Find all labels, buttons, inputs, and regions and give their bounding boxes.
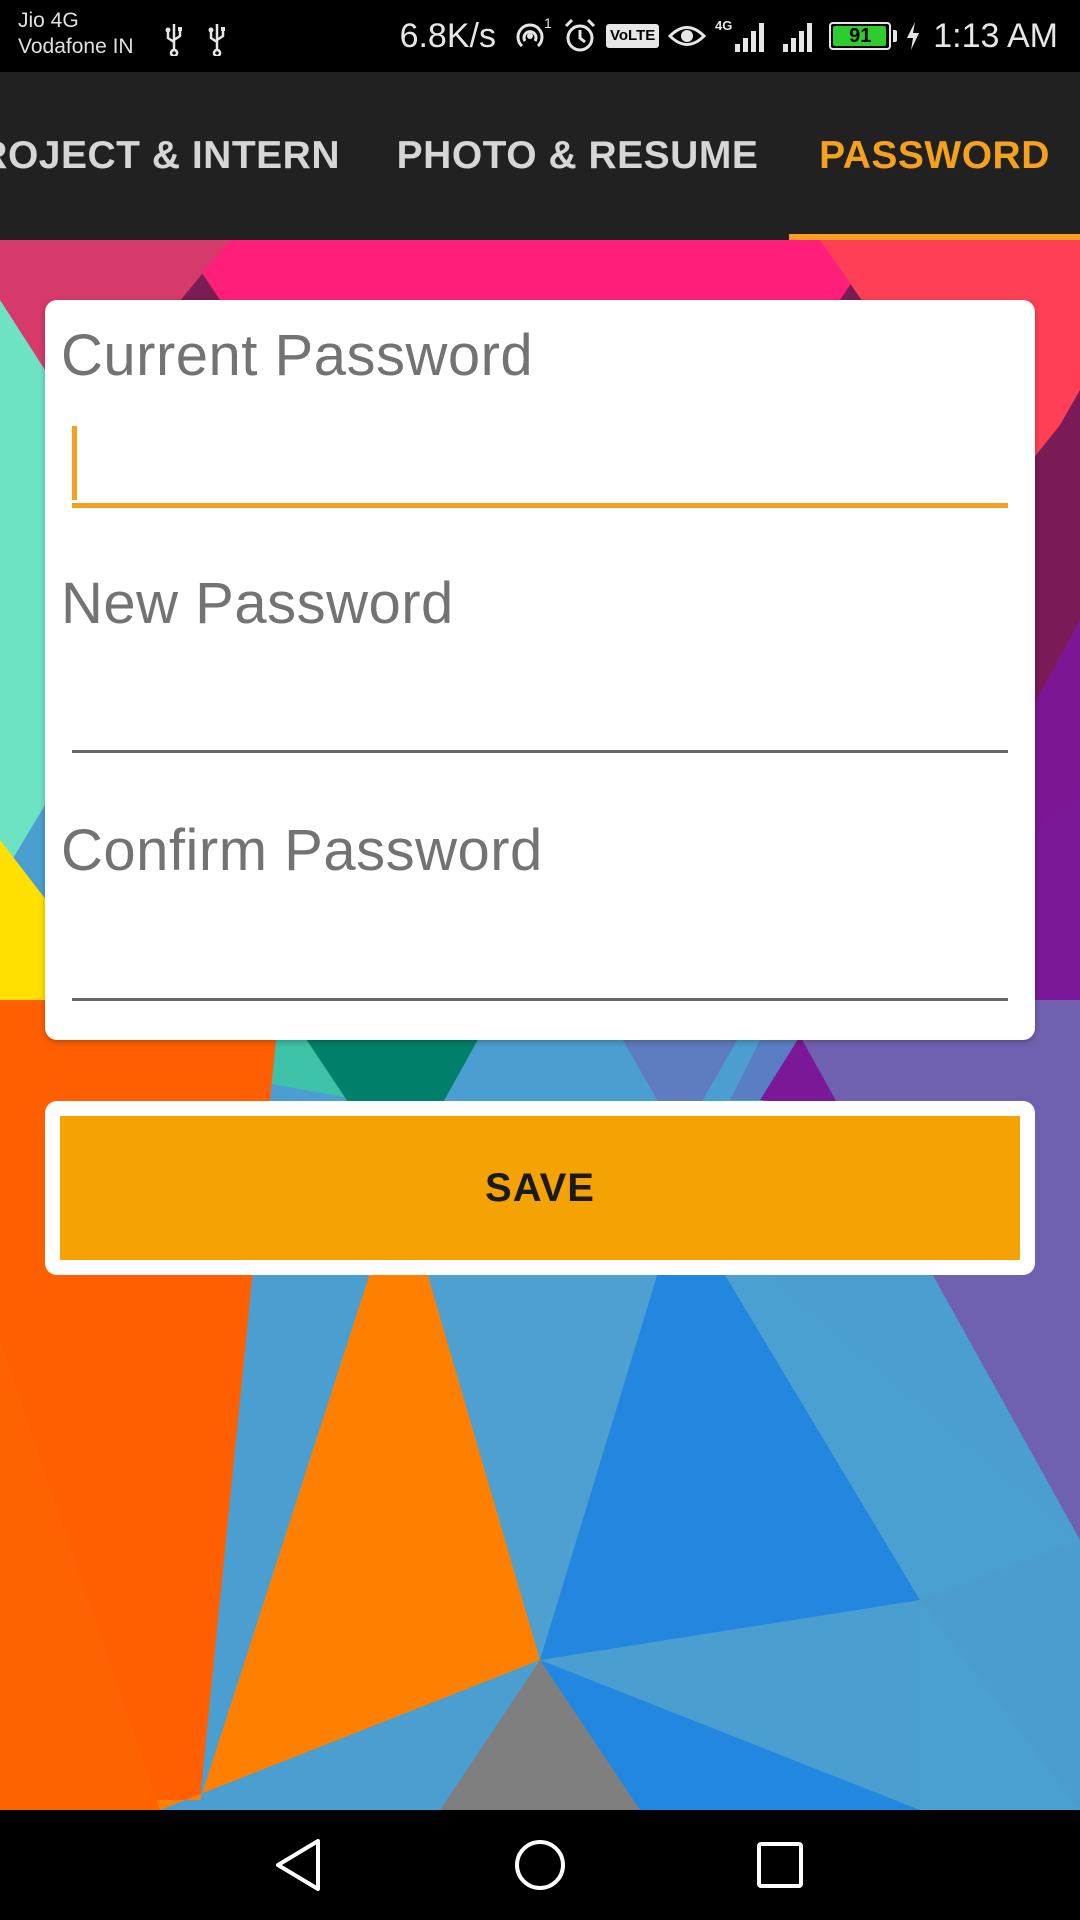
save-button-card: SAVE (45, 1101, 1035, 1275)
tab-photo-resume[interactable]: PHOTO & RESUME (380, 72, 775, 240)
battery-level: 91 (849, 24, 872, 47)
navigation-bar (0, 1810, 1080, 1920)
confirm-password-underline (72, 998, 1008, 1001)
confirm-password-input[interactable] (72, 917, 1008, 987)
eye-icon (668, 26, 707, 46)
net-speed: 6.8K/s (399, 16, 496, 55)
battery-icon: 91 (829, 22, 892, 50)
new-password-label: New Password (61, 571, 454, 636)
back-icon[interactable] (270, 1835, 330, 1895)
app-screen: Jio 4G Vodafone IN 6.8K/s 1 VoLTE 4G 91 … (0, 0, 1080, 1920)
hotspot-icon: 1 (516, 16, 552, 48)
clock: 1:13 AM (933, 16, 1058, 55)
current-password-label: Current Password (61, 323, 534, 388)
text-caret (72, 426, 77, 500)
alarm-icon (564, 18, 596, 52)
tab-password[interactable]: PASSWORD (789, 72, 1080, 240)
carrier-1-label: Jio 4G (18, 9, 79, 32)
new-password-input[interactable] (72, 670, 1008, 740)
carrier-2-label: Vodafone IN (18, 35, 134, 58)
signal-icon: 4G (715, 18, 765, 52)
current-password-input[interactable] (72, 420, 1008, 490)
charging-icon (907, 22, 920, 50)
carrier-info: Jio 4G Vodafone IN (18, 8, 134, 60)
confirm-password-label: Confirm Password (61, 818, 543, 883)
status-icons: 6.8K/s 1 VoLTE 4G 91 1:13 AM (400, 0, 1058, 72)
svg-text:1: 1 (544, 16, 552, 31)
new-password-underline (72, 750, 1008, 753)
recents-icon[interactable] (750, 1835, 810, 1895)
signal-icon (783, 23, 813, 52)
password-form-card: Current Password New Password Confirm Pa… (45, 300, 1035, 1040)
volte-icon: VoLTE (605, 24, 660, 48)
home-icon[interactable] (510, 1835, 570, 1895)
usb-icon (165, 24, 225, 56)
tab-project-intern[interactable]: ROJECT & INTERN (0, 72, 340, 240)
battery-tip (893, 30, 898, 42)
tab-bar: ROJECT & INTERN PHOTO & RESUME PASSWORD (0, 72, 1080, 240)
status-bar: Jio 4G Vodafone IN 6.8K/s 1 VoLTE 4G 91 … (0, 0, 1080, 72)
svg-text:4G: 4G (715, 18, 732, 33)
save-button[interactable]: SAVE (60, 1116, 1020, 1260)
current-password-underline (72, 503, 1008, 508)
